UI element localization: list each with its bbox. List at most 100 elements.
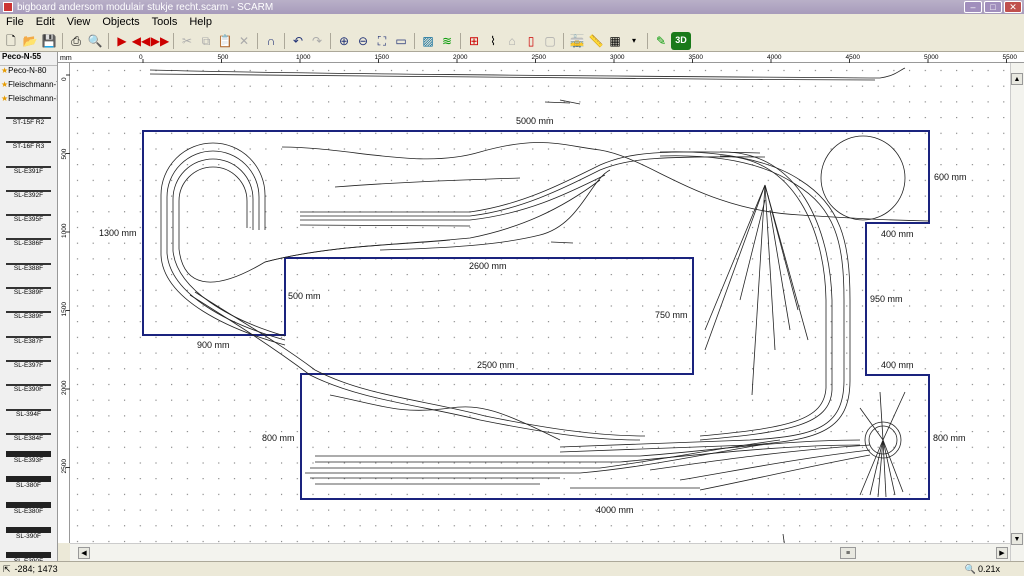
ruler-label: 3000 [610,54,625,61]
ruler-label: 5500 [1003,54,1018,61]
library-element[interactable]: SL-E392F [0,183,57,205]
library-element[interactable]: SL-E386F [0,231,57,253]
forward-icon[interactable]: ▶▶ [151,32,169,50]
ruler-label: 2500 [532,54,547,61]
horizontal-scrollbar[interactable]: ◀ ≡ ▶ [70,543,1010,561]
zoom-fit-icon[interactable]: ⛶ [373,32,391,50]
cut-icon[interactable]: ✂ [178,32,196,50]
ruler-label: 1000 [61,223,68,238]
menu-view[interactable]: View [61,16,97,28]
ruler-label: 3500 [689,54,704,61]
magnet-icon[interactable]: ∩ [262,32,280,50]
play-icon[interactable]: ▶ [113,32,131,50]
menu-help[interactable]: Help [183,16,218,28]
library-element[interactable]: SL-E389F [0,280,57,302]
toolbar-separator [563,32,565,49]
library-element-label: SL-394F [16,410,41,418]
favorite-library[interactable]: ★Peco-N-80 [0,66,57,80]
save-icon[interactable]: 💾 [40,32,58,50]
library-element[interactable]: SL-E384F [0,426,57,448]
signal-icon[interactable]: ▯ [522,32,540,50]
layout-canvas[interactable]: 5000 mm 600 mm 400 mm 1300 mm 2600 mm 50… [70,63,1022,556]
menu-objects[interactable]: Objects [96,16,145,28]
library-element-label: ST-16F R3 [12,143,45,151]
grid-icon[interactable]: ▦ [606,32,624,50]
library-element[interactable]: ST-15F R2 [0,110,57,132]
library-element[interactable]: SL-E387F [0,329,57,351]
dimension-label: 4000 mm [596,505,634,515]
track-piece-icon [6,280,51,290]
print-preview-icon[interactable]: 🔍 [86,32,104,50]
minimize-button[interactable]: – [964,1,982,13]
library-element[interactable]: SL-394F [0,402,57,424]
maximize-button[interactable]: □ [984,1,1002,13]
dropdown-icon[interactable]: ▾ [625,32,643,50]
zoom-out-icon[interactable]: ⊖ [354,32,372,50]
track-piece-icon [6,183,51,192]
rewind-icon[interactable]: ◀◀ [132,32,150,50]
open-icon[interactable]: 📂 [21,32,39,50]
library-element[interactable]: SL-E391F [0,159,57,181]
magnifier-icon: 🔍 [964,563,976,574]
new-icon[interactable]: 🗋 [2,32,20,50]
train-icon[interactable]: 🚋 [568,32,586,50]
dimension-label: 900 mm [197,340,230,350]
paste-icon[interactable]: 📋 [216,32,234,50]
zoom-window-icon[interactable]: ▭ [392,32,410,50]
library-element[interactable]: SL-E397F [0,353,57,375]
scroll-up-button[interactable]: ▲ [1011,73,1023,85]
bridge-icon[interactable]: ⌂ [503,32,521,50]
ruler-label: 0 [61,77,68,81]
library-element[interactable]: SL-E389F [0,304,57,326]
zoom-in-icon[interactable]: ⊕ [335,32,353,50]
favorite-library[interactable]: ★Fleischmann-N [0,94,57,108]
track-piece-icon [6,329,51,338]
menu-tools[interactable]: Tools [146,16,184,28]
menu-edit[interactable]: Edit [30,16,61,28]
scroll-right-button[interactable]: ▶ [996,547,1008,559]
ruler-icon[interactable]: 📏 [587,32,605,50]
menu-file[interactable]: File [0,16,30,28]
track-icon[interactable]: ⊞ [465,32,483,50]
library-element-label: SL-E392F [13,191,44,199]
dimension-label: 2500 mm [477,360,515,370]
app-icon [3,2,13,12]
redo-icon[interactable]: ↷ [308,32,326,50]
ruler-label: 1500 [375,54,390,61]
track-plan[interactable]: 5000 mm 600 mm 400 mm 1300 mm 2600 mm 50… [70,63,1022,556]
library-element-label: SL-390F [16,533,41,541]
scroll-down-button[interactable]: ▼ [1011,533,1023,545]
horizontal-ruler: mm 0 500 1000 1500 2000 2500 3000 3500 4000 4500 50… [58,52,1024,63]
measure-icon[interactable]: ✎ [652,32,670,50]
library-element[interactable]: ST-16F R3 [0,134,57,156]
print-icon[interactable]: ⎙ [67,32,85,50]
library-selector[interactable]: Peco-N-55 [0,52,57,66]
library-element[interactable]: SL-E388F [0,256,57,278]
delete-icon[interactable]: ✕ [235,32,253,50]
3d-button[interactable]: 3D [671,31,691,50]
close-button[interactable]: ✕ [1004,1,1022,13]
accessory-icon[interactable]: ▢ [541,32,559,50]
dimension-label: 500 mm [288,291,321,301]
vertical-scrollbar[interactable]: ▲ ▼ [1010,63,1024,561]
scroll-thumb[interactable]: ≡ [840,547,856,559]
cursor-coordinates: -284; 1473 [14,564,58,574]
scroll-left-button[interactable]: ◀ [78,547,90,559]
image-icon[interactable]: ▨ [419,32,437,50]
library-element[interactable]: SL-E395F [0,207,57,229]
library-element[interactable]: SL-380F [0,476,57,498]
flex-track-icon[interactable]: ⌇ [484,32,502,50]
copy-icon[interactable]: ⧉ [197,32,215,50]
library-element[interactable]: SL-E380F [0,501,57,524]
layers-icon[interactable]: ≋ [438,32,456,50]
toolbar-separator [62,32,64,49]
library-element[interactable]: SL-390F [0,527,57,549]
undo-icon[interactable]: ↶ [289,32,307,50]
ruler-label: 1500 [61,302,68,317]
dimension-label: 750 mm [655,310,688,320]
track-piece-icon [6,134,51,144]
dimension-label: 800 mm [262,433,295,443]
library-element[interactable]: SL-E393F [0,451,57,473]
library-element[interactable]: SL-E390F [0,377,57,399]
favorite-library[interactable]: ★Fleischmann-T [0,80,57,94]
